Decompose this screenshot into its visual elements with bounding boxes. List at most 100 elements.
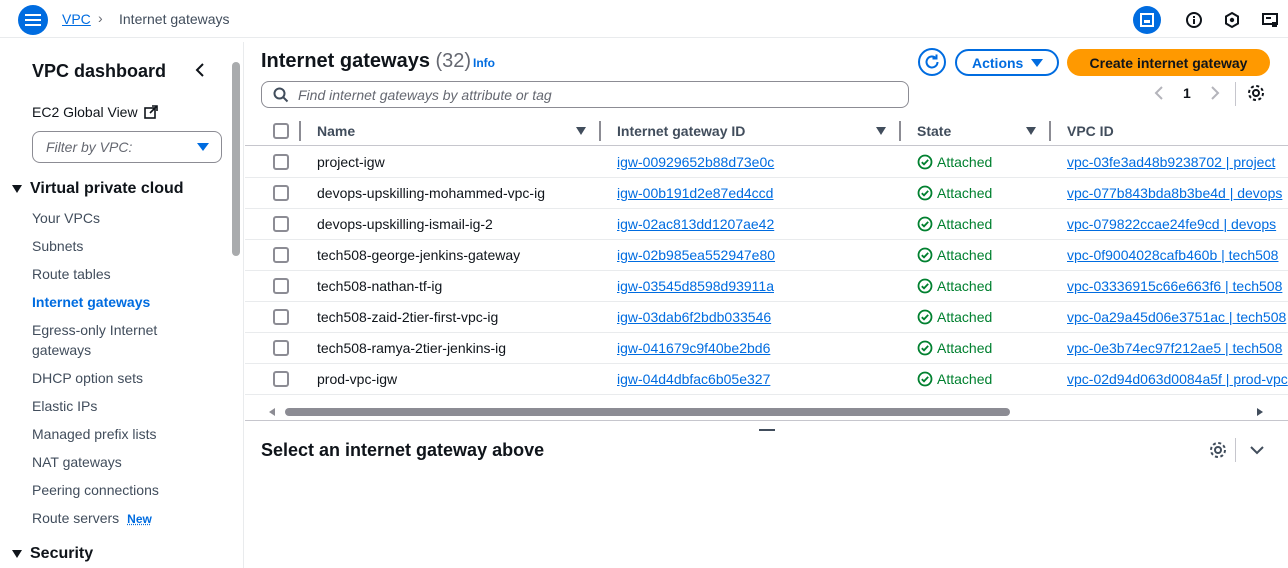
row-checkbox[interactable]: [273, 278, 289, 294]
table-row[interactable]: tech508-ramya-2tier-jenkins-ig igw-041679…: [245, 333, 1288, 364]
vpc-id-link[interactable]: vpc-079822ccae24fe9cd | devops: [1067, 216, 1288, 232]
gateway-id-link[interactable]: igw-03dab6f2bdb033546: [617, 309, 771, 325]
table-row[interactable]: project-igw igw-00929652b88d73e0c Attached…: [245, 147, 1288, 178]
vpc-id-link[interactable]: vpc-03336915c66e663f6 | tech508: [1067, 278, 1288, 294]
sidebar-item-dhcp-option-sets[interactable]: DHCP option sets: [32, 368, 212, 388]
previous-page-icon[interactable]: [1151, 84, 1167, 102]
state-text: Attached: [937, 278, 993, 294]
table-row[interactable]: prod-vpc-igw igw-04d4dbfac6b05e327 Attache…: [245, 364, 1288, 395]
table-row[interactable]: tech508-george-jenkins-gateway igw-02b985…: [245, 240, 1288, 271]
gateway-id-link[interactable]: igw-03545d8598d93911a: [617, 278, 774, 294]
row-checkbox[interactable]: [273, 371, 289, 387]
scroll-left-icon[interactable]: [269, 408, 275, 416]
table-row[interactable]: devops-upskilling-mohammed-vpc-ig igw-00b…: [245, 178, 1288, 209]
create-internet-gateway-button[interactable]: Create internet gateway: [1067, 49, 1270, 76]
panel-toggle-icon[interactable]: [1133, 6, 1161, 34]
ec2-global-view-link[interactable]: EC2 Global View: [32, 104, 158, 120]
row-checkbox[interactable]: [273, 154, 289, 170]
chevron-down-icon[interactable]: [1248, 441, 1266, 459]
table-row[interactable]: devops-upskilling-ismail-ig-2 igw-02ac813…: [245, 209, 1288, 240]
breadcrumb-separator: ›: [98, 10, 103, 26]
column-divider[interactable]: [599, 121, 601, 141]
expand-triangle-icon: [12, 550, 22, 558]
sort-icon[interactable]: [1026, 127, 1036, 135]
sort-icon[interactable]: [576, 127, 586, 135]
column-header-state[interactable]: State: [917, 123, 951, 139]
gateway-id-link[interactable]: igw-041679c9f40be2bd6: [617, 340, 770, 356]
state-badge: Attached: [917, 309, 992, 325]
vpc-id-link[interactable]: vpc-0a29a45d06e3751ac | tech508: [1067, 309, 1288, 325]
vpc-filter-select[interactable]: Filter by VPC:: [32, 131, 222, 163]
split-panel-settings-icon[interactable]: [1208, 440, 1228, 460]
external-link-icon: [143, 105, 158, 119]
sidebar-item-route-servers[interactable]: Route servers New: [32, 508, 212, 529]
sort-icon[interactable]: [876, 127, 886, 135]
current-page-number[interactable]: 1: [1183, 85, 1191, 101]
info-link[interactable]: Info: [473, 56, 495, 70]
resize-handle[interactable]: [759, 429, 775, 431]
check-circle-icon: [917, 340, 933, 356]
breadcrumb-vpc-link[interactable]: VPC: [62, 11, 91, 27]
gateway-id-link[interactable]: igw-02ac813dd1207ae42: [617, 216, 774, 232]
sidebar-item-egress-only-internet-gateways[interactable]: Egress-only Internet gateways: [32, 320, 182, 360]
table-row[interactable]: tech508-nathan-tf-ig igw-03545d8598d93911…: [245, 271, 1288, 302]
column-header-internet-gateway-id[interactable]: Internet gateway ID: [617, 123, 745, 139]
sidebar-item-peering-connections[interactable]: Peering connections: [32, 480, 212, 500]
row-checkbox[interactable]: [273, 216, 289, 232]
menu-icon[interactable]: [18, 5, 48, 35]
actions-label: Actions: [972, 54, 1024, 71]
vpc-id-link[interactable]: vpc-03fe3ad48b9238702 | project: [1067, 154, 1288, 170]
settings-shield-icon[interactable]: [1218, 6, 1246, 34]
column-divider[interactable]: [899, 121, 901, 141]
sidebar-item-nat-gateways[interactable]: NAT gateways: [32, 452, 212, 472]
feedback-icon[interactable]: [1256, 6, 1284, 34]
gateway-id-link[interactable]: igw-04d4dbfac6b05e327: [617, 371, 770, 387]
state-badge: Attached: [917, 216, 992, 232]
gear-icon[interactable]: [1246, 83, 1266, 103]
column-header-vpc-id[interactable]: VPC ID: [1067, 123, 1114, 139]
main-content: Internet gateways (32) Info Actions Crea…: [245, 40, 1288, 568]
horizontal-scrollbar[interactable]: [285, 408, 1010, 416]
search-input[interactable]: Find internet gateways by attribute or t…: [261, 81, 909, 108]
check-circle-icon: [917, 185, 933, 201]
row-checkbox[interactable]: [273, 185, 289, 201]
column-divider[interactable]: [1049, 121, 1051, 141]
section-virtual-private-cloud[interactable]: Virtual private cloud: [12, 180, 184, 198]
sidebar-item-subnets[interactable]: Subnets: [32, 236, 212, 256]
next-page-icon[interactable]: [1207, 84, 1223, 102]
select-all-checkbox[interactable]: [273, 123, 289, 139]
vpc-id-link[interactable]: vpc-077b843bda8b3be4d | devops: [1067, 185, 1288, 201]
vpc-id-link[interactable]: vpc-02d94d063d0084a5f | prod-vpc: [1067, 371, 1288, 387]
split-panel-divider: [1235, 438, 1236, 462]
sidebar-item-route-tables[interactable]: Route tables: [32, 264, 212, 284]
refresh-button[interactable]: [918, 48, 946, 76]
state-badge: Attached: [917, 185, 992, 201]
state-badge: Attached: [917, 340, 992, 356]
sidebar-item-your-vpcs[interactable]: Your VPCs: [32, 208, 212, 228]
row-checkbox[interactable]: [273, 340, 289, 356]
section-security[interactable]: Security: [12, 545, 93, 563]
info-icon[interactable]: [1180, 6, 1208, 34]
column-header-name[interactable]: Name: [317, 123, 355, 139]
vpc-id-link[interactable]: vpc-0e3b74ec97f212ae5 | tech508: [1067, 340, 1288, 356]
actions-dropdown-button[interactable]: Actions: [955, 49, 1059, 76]
sidebar-scrollbar[interactable]: [232, 62, 240, 256]
gateway-id-link[interactable]: igw-02b985ea552947e80: [617, 247, 775, 263]
row-checkbox[interactable]: [273, 247, 289, 263]
table-row[interactable]: tech508-zaid-2tier-first-vpc-ig igw-03dab…: [245, 302, 1288, 333]
sidebar-item-elastic-ips[interactable]: Elastic IPs: [32, 396, 212, 416]
sidebar-item-managed-prefix-lists[interactable]: Managed prefix lists: [32, 424, 212, 444]
collapse-sidebar-icon[interactable]: [190, 60, 210, 80]
column-divider: [299, 121, 301, 141]
section-vpc-label: Virtual private cloud: [30, 180, 184, 197]
row-checkbox[interactable]: [273, 309, 289, 325]
check-circle-icon: [917, 278, 933, 294]
gateway-name: tech508-zaid-2tier-first-vpc-ig: [317, 309, 499, 325]
scroll-right-icon[interactable]: [1257, 408, 1263, 416]
state-badge: Attached: [917, 371, 992, 387]
vpc-id-link[interactable]: vpc-0f9004028cafb460b | tech508: [1067, 247, 1288, 263]
gateway-id-link[interactable]: igw-00929652b88d73e0c: [617, 154, 774, 170]
gateway-name: prod-vpc-igw: [317, 371, 398, 387]
gateway-id-link[interactable]: igw-00b191d2e87ed4ccd: [617, 185, 773, 201]
sidebar-item-internet-gateways[interactable]: Internet gateways: [32, 292, 212, 312]
